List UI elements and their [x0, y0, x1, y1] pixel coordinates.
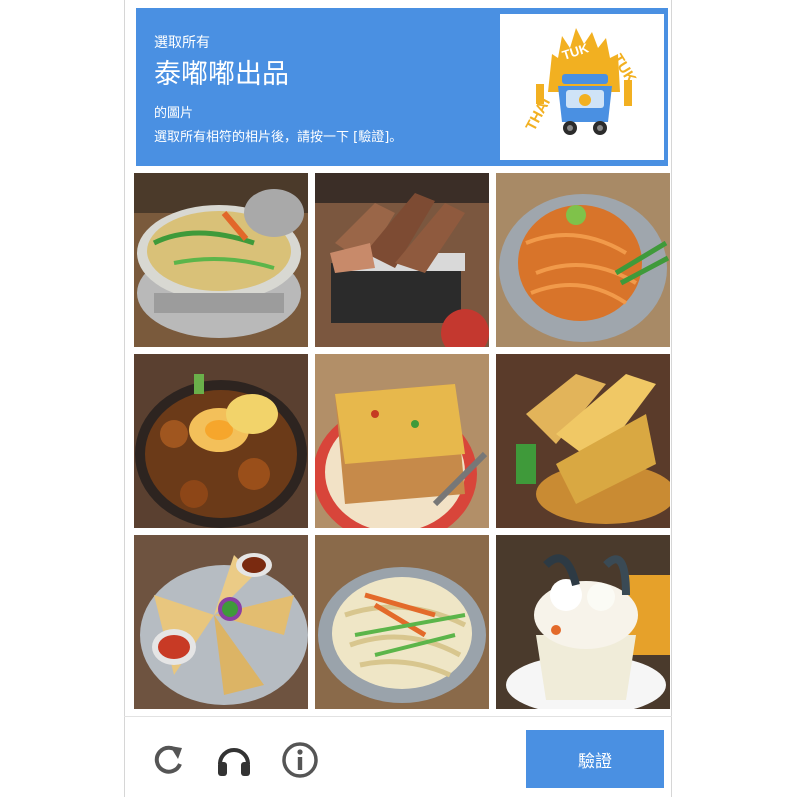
image-tile[interactable]	[315, 173, 489, 347]
challenge-target: 泰嘟嘟出品	[154, 59, 289, 90]
spring-rolls-image	[134, 535, 308, 709]
coconut-dessert-image	[496, 535, 670, 709]
image-tile[interactable]	[134, 354, 308, 528]
headphones-icon[interactable]	[214, 740, 254, 780]
braised-eggs-image	[134, 354, 308, 528]
image-tile[interactable]	[496, 354, 670, 528]
thai-tuk-tuk-logo: THAI TUK TUK	[500, 14, 664, 160]
reload-icon[interactable]	[148, 740, 188, 780]
tuk-tuk-icon	[558, 74, 612, 135]
image-tile[interactable]	[315, 354, 489, 528]
info-icon[interactable]	[280, 740, 320, 780]
image-tile[interactable]	[134, 535, 308, 709]
image-tile[interactable]	[496, 173, 670, 347]
curry-toast-image	[315, 354, 489, 528]
pad-thai-red-image	[496, 173, 670, 347]
garlic-bread-image	[496, 354, 670, 528]
image-tile[interactable]	[496, 535, 670, 709]
verify-button[interactable]: 驗證	[526, 730, 664, 788]
challenge-instructions: 選取所有相符的相片後，請按一下 [驗證]。	[154, 130, 403, 145]
challenge-suffix: 的圖片	[154, 106, 194, 121]
challenge-header: 選取所有 泰嘟嘟出品 的圖片 選取所有相符的相片後，請按一下 [驗證]。 THA…	[136, 8, 668, 166]
hot-pot-image	[134, 173, 308, 347]
grilled-pork-image	[315, 173, 489, 347]
image-tile[interactable]	[134, 173, 308, 347]
footer-divider	[124, 716, 672, 717]
image-tile[interactable]	[315, 535, 489, 709]
select-prompt: 選取所有	[154, 35, 210, 51]
logo-word-thai: THAI	[523, 95, 554, 134]
stir-fried-noodles-image	[315, 535, 489, 709]
image-grid	[134, 173, 670, 711]
